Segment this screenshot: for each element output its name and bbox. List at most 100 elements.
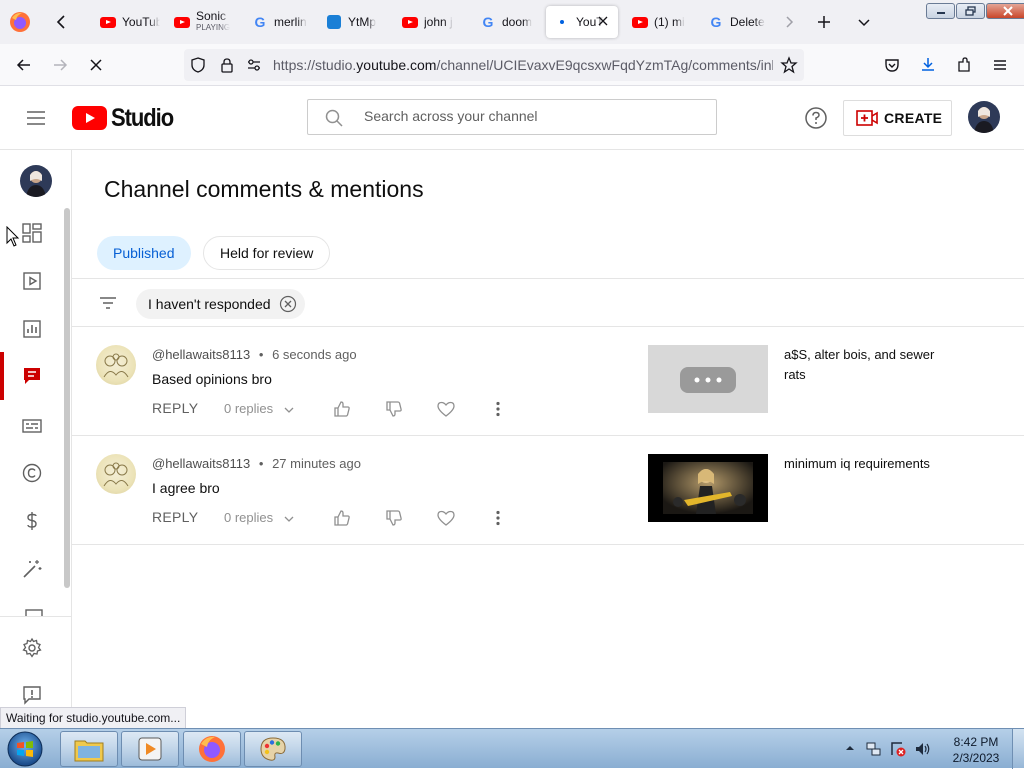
tab-held-for-review[interactable]: Held for review	[203, 236, 331, 270]
taskbar-clock[interactable]: 8:42 PM 2/3/2023	[944, 734, 1008, 766]
subtitles-icon	[22, 419, 42, 433]
video-thumbnail[interactable]	[648, 345, 768, 413]
list-all-tabs-icon[interactable]	[854, 12, 874, 32]
reply-button[interactable]: REPLY	[152, 509, 198, 525]
more-options-icon[interactable]	[488, 508, 508, 528]
create-label: CREATE	[884, 110, 943, 126]
sidebar-item-audio-library-partial[interactable]	[24, 608, 44, 616]
heart-icon[interactable]	[436, 399, 456, 419]
reply-button[interactable]: REPLY	[152, 400, 198, 416]
channel-search-box[interactable]	[307, 99, 717, 135]
remove-filter-icon[interactable]	[279, 295, 297, 313]
browser-tab-youtube[interactable]: YouTube	[92, 6, 160, 38]
taskbar-firefox[interactable]	[183, 731, 241, 767]
video-thumbnail[interactable]	[648, 454, 768, 522]
browser-tab-youtube-studio-active[interactable]: YouTube	[546, 6, 618, 38]
network-tray-icon[interactable]	[866, 741, 882, 757]
meta-separator: •	[258, 347, 264, 362]
sidebar-item-settings[interactable]	[0, 624, 64, 672]
studio-logo[interactable]: Studio	[72, 104, 182, 132]
comment-time[interactable]: 27 minutes ago	[272, 456, 361, 471]
like-icon[interactable]	[332, 508, 352, 528]
sidebar-item-subtitles[interactable]	[0, 402, 64, 450]
tab-published[interactable]: Published	[97, 236, 191, 270]
video-title[interactable]: minimum iq requirements	[784, 454, 954, 474]
browser-tab-doom[interactable]: G doom	[472, 6, 540, 38]
video-title[interactable]: a$S, alter bois, and sewer rats	[784, 345, 954, 385]
mouse-cursor-icon	[6, 226, 20, 248]
windows-taskbar: 8:42 PM 2/3/2023	[0, 728, 1024, 769]
help-icon[interactable]	[804, 106, 828, 130]
restore-window-button[interactable]	[956, 3, 985, 19]
sidebar-item-comments[interactable]	[0, 352, 64, 400]
show-hidden-icons-icon[interactable]	[845, 743, 855, 753]
permissions-icon[interactable]	[246, 57, 262, 73]
taskbar-media-player[interactable]	[121, 731, 179, 767]
sidebar-item-analytics[interactable]	[0, 305, 64, 353]
url-text[interactable]: https://studio.youtube.com/channel/UCIEv…	[273, 57, 773, 73]
tracking-protection-icon[interactable]	[190, 57, 206, 73]
studio-header: Studio CREATE	[0, 86, 1024, 150]
app-menu-icon[interactable]	[987, 52, 1013, 78]
browser-tab-ytmp[interactable]: YtMp	[318, 6, 388, 38]
meta-separator: •	[258, 456, 264, 471]
filter-icon[interactable]	[98, 293, 118, 313]
sidebar-item-earn[interactable]	[0, 497, 64, 545]
replies-toggle[interactable]: 0 replies	[224, 401, 295, 416]
sidebar-item-customization[interactable]	[0, 545, 64, 593]
forward-icon[interactable]	[47, 52, 73, 78]
search-input[interactable]	[364, 108, 694, 124]
sidebar-item-content[interactable]	[0, 257, 64, 305]
sidebar-item-copyright[interactable]	[0, 449, 64, 497]
comment-time[interactable]: 6 seconds ago	[272, 347, 357, 362]
start-button[interactable]	[4, 730, 46, 768]
volume-tray-icon[interactable]	[914, 741, 932, 757]
clock-date: 2/3/2023	[952, 751, 1000, 765]
commenter-avatar[interactable]	[96, 454, 136, 494]
comment-author[interactable]: @hellawaits8113	[152, 456, 250, 471]
browser-tab-mi[interactable]: (1) mi	[624, 6, 694, 38]
new-tab-icon[interactable]	[814, 12, 834, 32]
create-button[interactable]: CREATE	[843, 100, 952, 136]
downloads-icon[interactable]	[915, 52, 941, 78]
firefox-icon[interactable]	[8, 10, 32, 34]
minimize-window-button[interactable]	[926, 3, 955, 19]
google-icon: G	[710, 14, 722, 30]
url-domain: youtube.com	[356, 57, 437, 73]
extensions-icon[interactable]	[951, 52, 977, 78]
filter-chip[interactable]: I haven't responded	[136, 289, 305, 319]
show-desktop-button[interactable]	[1012, 729, 1024, 769]
dislike-icon[interactable]	[384, 399, 404, 419]
tab-published-label: Published	[113, 245, 175, 261]
comment-author[interactable]: @hellawaits8113	[152, 347, 250, 362]
tab-scroll-right-icon[interactable]	[780, 13, 798, 31]
pocket-icon[interactable]	[879, 52, 905, 78]
action-center-tray-icon[interactable]	[890, 741, 906, 757]
account-avatar[interactable]	[968, 101, 1000, 133]
tab-scroll-left-icon[interactable]	[52, 12, 72, 32]
address-bar[interactable]: https://studio.youtube.com/channel/UCIEv…	[184, 49, 804, 81]
replies-toggle[interactable]: 0 replies	[224, 510, 295, 525]
browser-tab-john[interactable]: john j	[394, 6, 464, 38]
taskbar-paint[interactable]	[244, 731, 302, 767]
browser-tab-sonic[interactable]: Sonic PLAYING	[166, 6, 236, 38]
comments-main: Channel comments & mentions Published He…	[72, 150, 1024, 728]
media-player-icon	[138, 737, 162, 761]
more-options-icon[interactable]	[488, 399, 508, 419]
lock-icon[interactable]	[219, 57, 235, 73]
like-icon[interactable]	[332, 399, 352, 419]
close-tab-icon[interactable]	[596, 14, 610, 28]
heart-icon[interactable]	[436, 508, 456, 528]
bookmark-star-icon[interactable]	[780, 56, 798, 74]
close-window-button[interactable]	[986, 3, 1024, 19]
dislike-icon[interactable]	[384, 508, 404, 528]
back-icon[interactable]	[11, 52, 37, 78]
browser-tab-merlin[interactable]: G merlin	[244, 6, 312, 38]
sidebar-scrollbar[interactable]	[64, 208, 70, 588]
taskbar-explorer[interactable]	[60, 731, 118, 767]
browser-tab-delete[interactable]: G Delete	[700, 6, 774, 38]
channel-avatar[interactable]	[20, 165, 52, 197]
hamburger-menu-icon[interactable]	[24, 106, 48, 130]
commenter-avatar[interactable]	[96, 345, 136, 385]
stop-loading-icon[interactable]	[83, 52, 109, 78]
